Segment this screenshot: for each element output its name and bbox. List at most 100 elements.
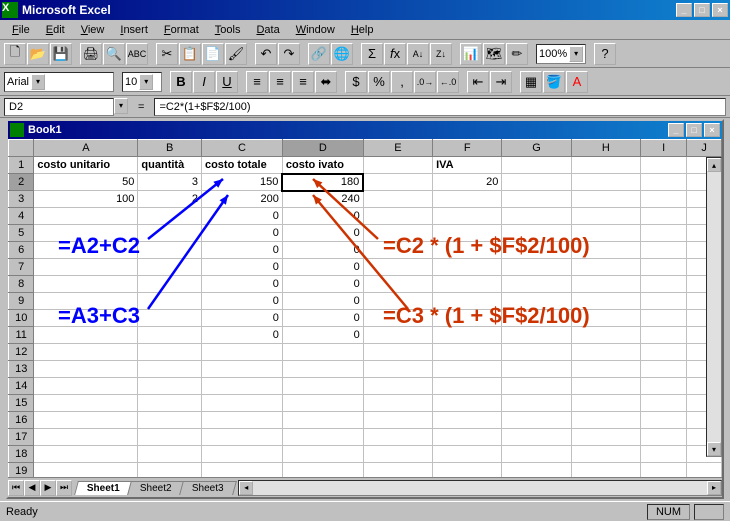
- cell-C10[interactable]: 0: [201, 310, 282, 327]
- align-left-button[interactable]: ≡: [246, 71, 268, 93]
- cell-B11[interactable]: [138, 327, 202, 344]
- menu-file[interactable]: File: [4, 22, 38, 38]
- cell-B17[interactable]: [138, 429, 202, 446]
- row-header-3[interactable]: 3: [9, 191, 34, 208]
- cell-E11[interactable]: [363, 327, 432, 344]
- cell-D7[interactable]: 0: [282, 259, 363, 276]
- cell-C15[interactable]: [201, 395, 282, 412]
- cell-B7[interactable]: [138, 259, 202, 276]
- menu-edit[interactable]: Edit: [38, 22, 73, 38]
- cell-B19[interactable]: [138, 463, 202, 478]
- cell-D14[interactable]: [282, 378, 363, 395]
- cell-G11[interactable]: [502, 327, 571, 344]
- wb-minimize-button[interactable]: _: [668, 123, 684, 137]
- cell-B9[interactable]: [138, 293, 202, 310]
- cell-I17[interactable]: [641, 429, 687, 446]
- cell-B14[interactable]: [138, 378, 202, 395]
- new-button[interactable]: 🗋: [4, 43, 26, 65]
- save-button[interactable]: 💾: [50, 43, 72, 65]
- cell-B18[interactable]: [138, 446, 202, 463]
- chevron-down-icon[interactable]: ▾: [569, 46, 583, 62]
- cell-D5[interactable]: 0: [282, 225, 363, 242]
- row-header-2[interactable]: 2: [9, 174, 34, 191]
- menu-window[interactable]: Window: [288, 22, 343, 38]
- map-button[interactable]: 🗺: [483, 43, 505, 65]
- currency-button[interactable]: $: [345, 71, 367, 93]
- cell-J19[interactable]: [687, 463, 722, 478]
- sheet-tab-sheet1[interactable]: Sheet1: [74, 481, 133, 495]
- col-header-A[interactable]: A: [34, 140, 138, 157]
- row-header-1[interactable]: 1: [9, 157, 34, 174]
- cell-H3[interactable]: [571, 191, 640, 208]
- last-sheet-button[interactable]: ⏭: [56, 480, 72, 496]
- cell-D8[interactable]: 0: [282, 276, 363, 293]
- cell-I9[interactable]: [641, 293, 687, 310]
- cell-D17[interactable]: [282, 429, 363, 446]
- col-header-B[interactable]: B: [138, 140, 202, 157]
- wb-maximize-button[interactable]: □: [686, 123, 702, 137]
- cell-G15[interactable]: [502, 395, 571, 412]
- cell-C8[interactable]: 0: [201, 276, 282, 293]
- cell-C7[interactable]: 0: [201, 259, 282, 276]
- cell-E7[interactable]: [363, 259, 432, 276]
- drawing-button[interactable]: ✏: [506, 43, 528, 65]
- cell-I8[interactable]: [641, 276, 687, 293]
- cell-C16[interactable]: [201, 412, 282, 429]
- print-button[interactable]: 🖨: [80, 43, 102, 65]
- cell-F15[interactable]: [433, 395, 502, 412]
- cell-C4[interactable]: 0: [201, 208, 282, 225]
- cell-H18[interactable]: [571, 446, 640, 463]
- percent-button[interactable]: %: [368, 71, 390, 93]
- copy-button[interactable]: 📋: [179, 43, 201, 65]
- cell-I10[interactable]: [641, 310, 687, 327]
- formula-bar[interactable]: =C2*(1+$F$2/100): [154, 98, 726, 116]
- print-preview-button[interactable]: 🔍: [103, 43, 125, 65]
- cell-D10[interactable]: 0: [282, 310, 363, 327]
- cell-F7[interactable]: [433, 259, 502, 276]
- cell-H4[interactable]: [571, 208, 640, 225]
- cell-G2[interactable]: [502, 174, 571, 191]
- align-center-button[interactable]: ≡: [269, 71, 291, 93]
- cell-A7[interactable]: [34, 259, 138, 276]
- cell-B12[interactable]: [138, 344, 202, 361]
- cell-I15[interactable]: [641, 395, 687, 412]
- cell-F4[interactable]: [433, 208, 502, 225]
- open-button[interactable]: 📂: [27, 43, 49, 65]
- row-header-16[interactable]: 16: [9, 412, 34, 429]
- col-header-F[interactable]: F: [433, 140, 502, 157]
- maximize-button[interactable]: □: [694, 3, 710, 17]
- help-button[interactable]: ?: [594, 43, 616, 65]
- cell-I6[interactable]: [641, 242, 687, 259]
- function-button[interactable]: fx: [384, 43, 406, 65]
- scroll-right-button[interactable]: ▸: [707, 481, 721, 495]
- cell-I11[interactable]: [641, 327, 687, 344]
- size-combo[interactable]: 10 ▾: [122, 72, 162, 92]
- cell-B6[interactable]: [138, 242, 202, 259]
- row-header-9[interactable]: 9: [9, 293, 34, 310]
- spelling-button[interactable]: ABC: [126, 43, 148, 65]
- cell-C5[interactable]: 0: [201, 225, 282, 242]
- cell-I14[interactable]: [641, 378, 687, 395]
- row-header-15[interactable]: 15: [9, 395, 34, 412]
- chart-button[interactable]: 📊: [460, 43, 482, 65]
- cell-D2[interactable]: 180: [282, 174, 363, 191]
- cell-A17[interactable]: [34, 429, 138, 446]
- cell-E8[interactable]: [363, 276, 432, 293]
- cell-E18[interactable]: [363, 446, 432, 463]
- menu-format[interactable]: Format: [156, 22, 207, 38]
- cell-B10[interactable]: [138, 310, 202, 327]
- cell-C17[interactable]: [201, 429, 282, 446]
- cell-A14[interactable]: [34, 378, 138, 395]
- cell-H16[interactable]: [571, 412, 640, 429]
- cell-G13[interactable]: [502, 361, 571, 378]
- menu-view[interactable]: View: [73, 22, 113, 38]
- scroll-up-button[interactable]: ▴: [707, 158, 721, 172]
- cell-C3[interactable]: 200: [201, 191, 282, 208]
- menu-help[interactable]: Help: [343, 22, 382, 38]
- cell-I13[interactable]: [641, 361, 687, 378]
- prev-sheet-button[interactable]: ◀: [24, 480, 40, 496]
- cell-G4[interactable]: [502, 208, 571, 225]
- cell-F12[interactable]: [433, 344, 502, 361]
- cell-B16[interactable]: [138, 412, 202, 429]
- increase-decimal-button[interactable]: .0→: [414, 71, 436, 93]
